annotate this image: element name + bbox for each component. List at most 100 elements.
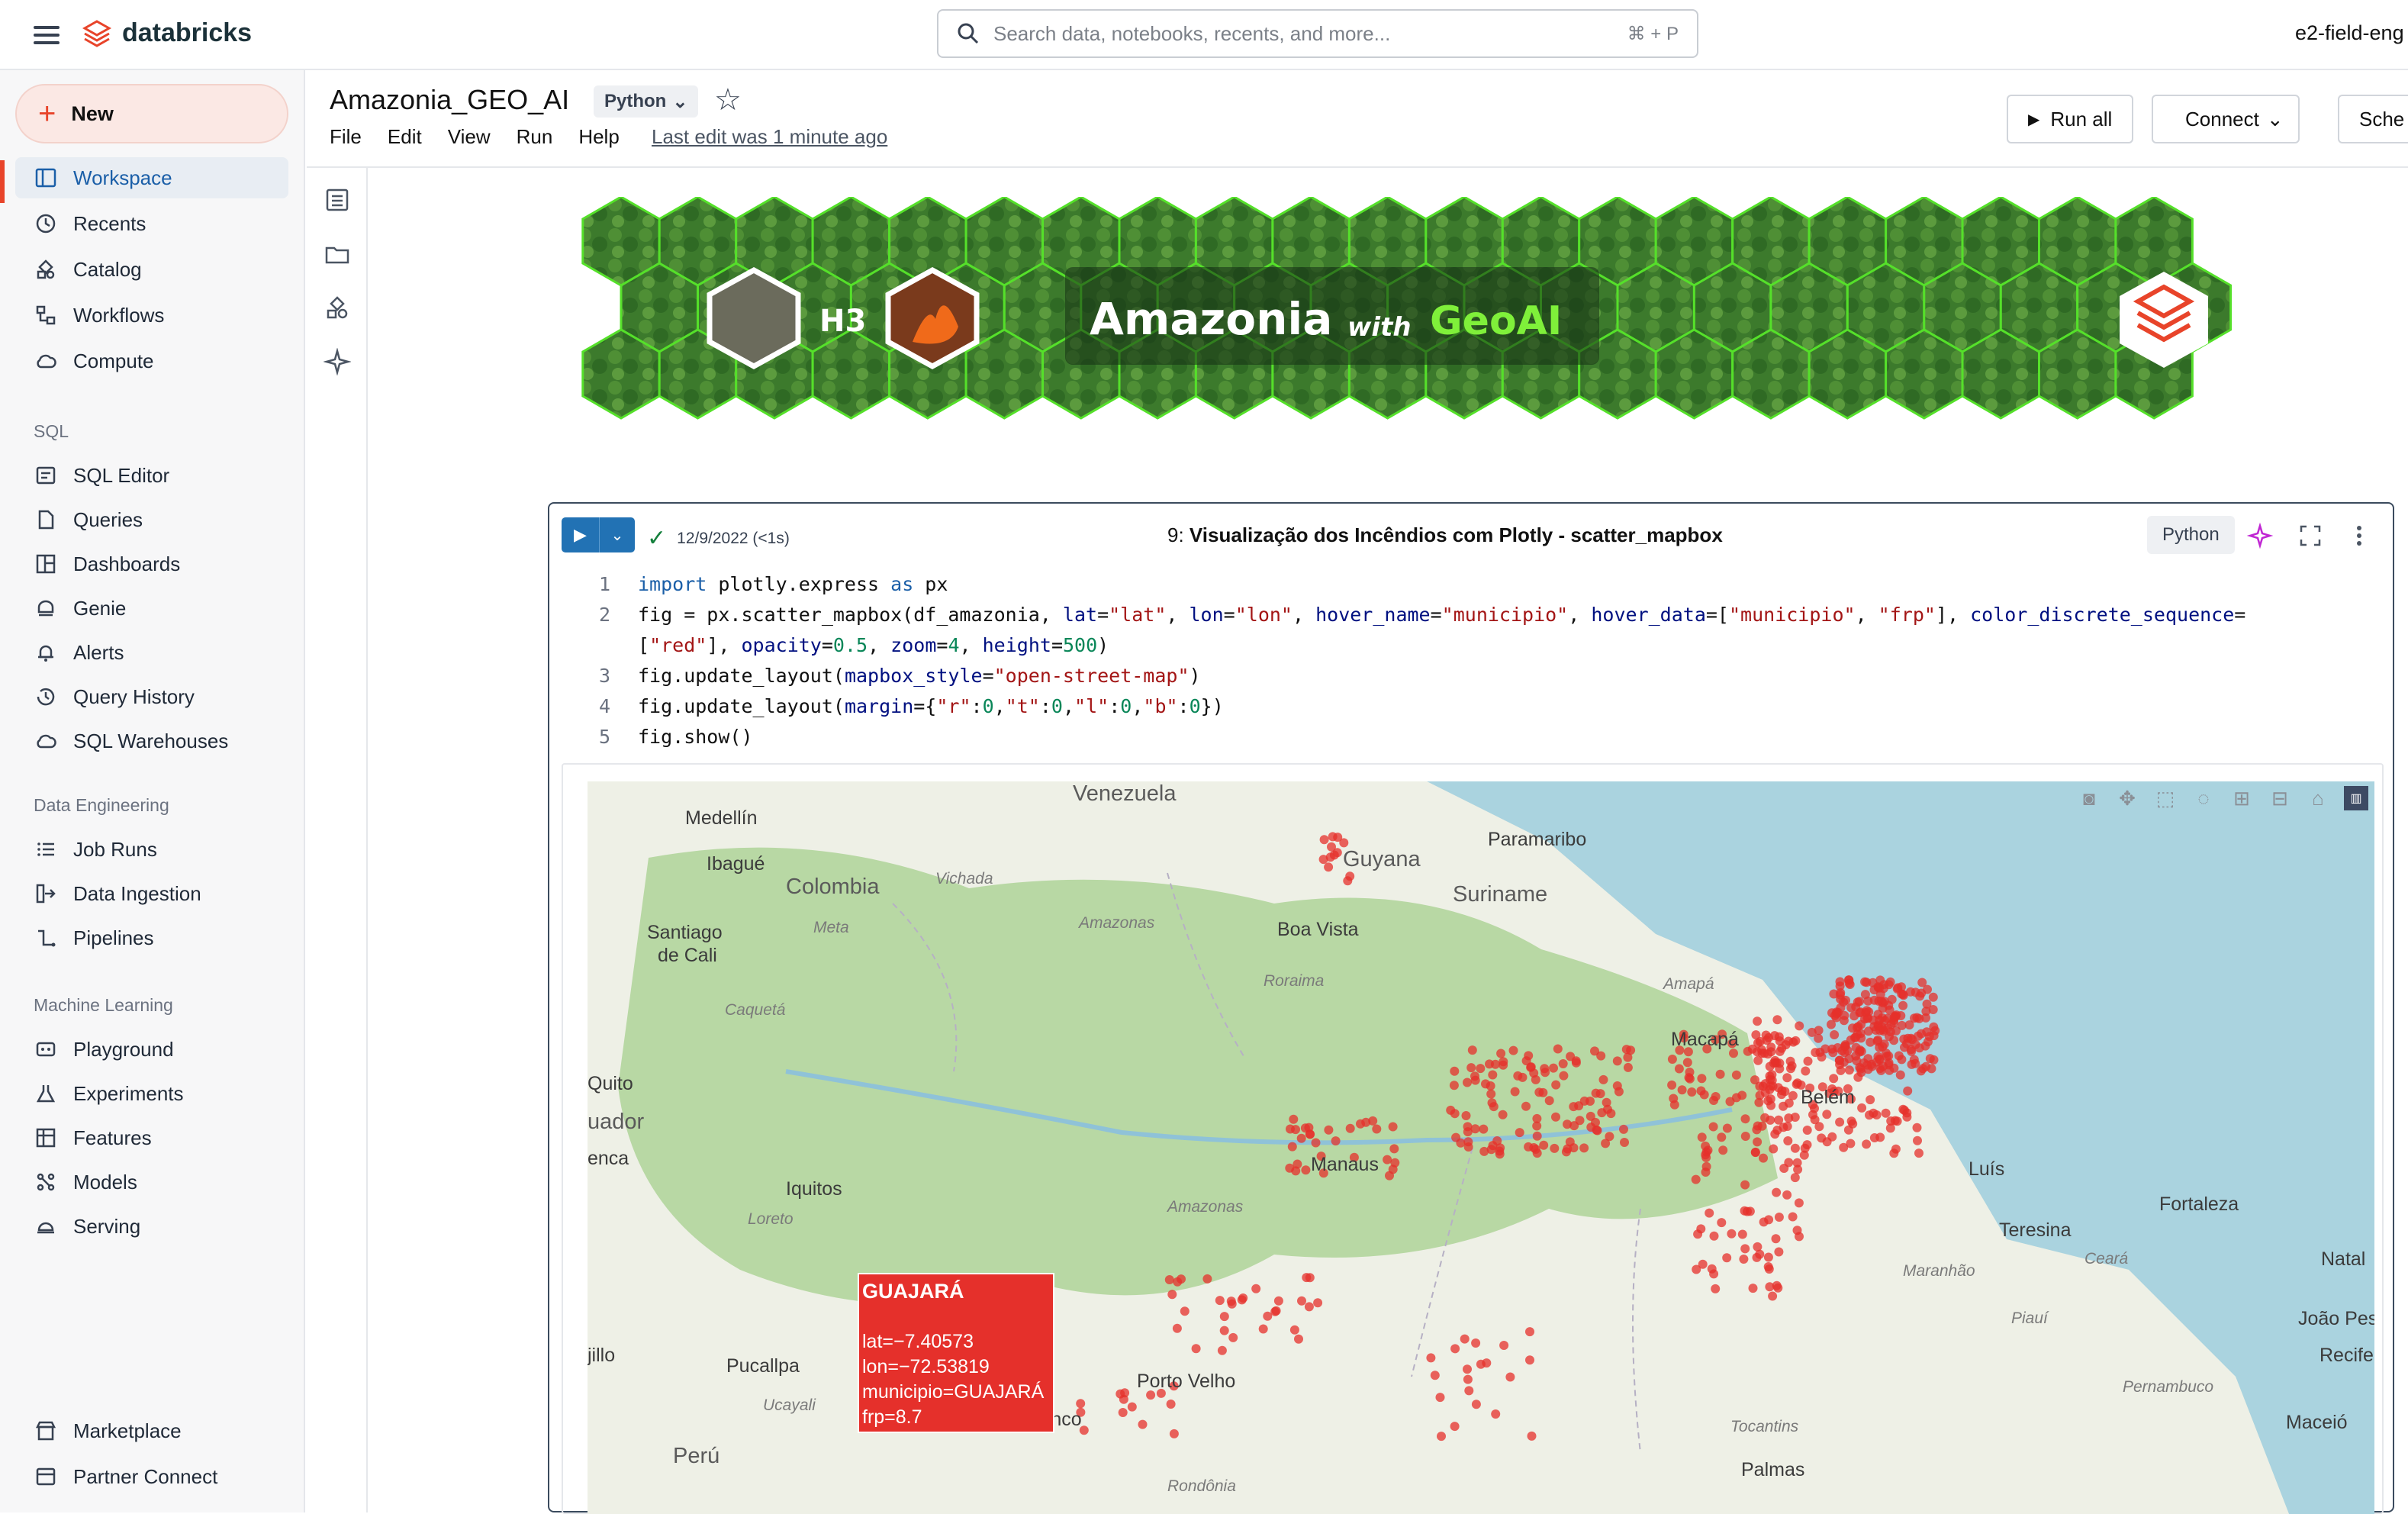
fire-point[interactable] — [1794, 1198, 1804, 1208]
fire-point[interactable] — [1763, 1049, 1772, 1059]
fire-point[interactable] — [1590, 1046, 1599, 1056]
fire-point[interactable] — [1471, 1338, 1481, 1348]
fire-point[interactable] — [1822, 1110, 1832, 1119]
sidebar-item-alerts[interactable]: Alerts — [15, 632, 288, 673]
fire-point[interactable] — [1780, 1087, 1790, 1097]
fire-point[interactable] — [1549, 1063, 1558, 1073]
fire-point[interactable] — [1909, 1055, 1919, 1065]
fire-point[interactable] — [1180, 1306, 1190, 1316]
fire-point[interactable] — [1289, 1114, 1299, 1124]
fire-point[interactable] — [1772, 1126, 1782, 1135]
fire-point[interactable] — [1305, 1273, 1315, 1283]
fire-point[interactable] — [1740, 1114, 1750, 1124]
fire-point[interactable] — [1430, 1371, 1440, 1380]
fire-point[interactable] — [1929, 1055, 1939, 1065]
fire-point[interactable] — [1814, 1122, 1824, 1132]
fire-point[interactable] — [1807, 1027, 1817, 1037]
fire-point[interactable] — [1711, 1284, 1721, 1293]
fire-point[interactable] — [1463, 1142, 1473, 1152]
fire-point[interactable] — [1287, 1142, 1297, 1152]
fire-point[interactable] — [1612, 1081, 1622, 1090]
fire-point[interactable] — [1138, 1419, 1148, 1429]
fire-point[interactable] — [1878, 984, 1888, 994]
fire-point[interactable] — [1217, 1345, 1227, 1355]
fire-point[interactable] — [1737, 1229, 1747, 1239]
search-input[interactable]: Search data, notebooks, recents, and mor… — [937, 9, 1698, 58]
fire-point[interactable] — [1770, 1055, 1780, 1065]
fire-point[interactable] — [1722, 1123, 1732, 1133]
fire-point[interactable] — [1774, 1247, 1784, 1257]
fire-point[interactable] — [1499, 1060, 1508, 1070]
cell-language-button[interactable]: Python — [2147, 516, 2235, 554]
fire-point[interactable] — [1866, 1095, 1875, 1105]
sidebar-item-partner-connect[interactable]: Partner Connect — [15, 1456, 288, 1497]
menu-edit[interactable]: Edit — [388, 125, 422, 149]
fire-point[interactable] — [1917, 1029, 1927, 1039]
fire-point[interactable] — [1872, 1110, 1882, 1119]
fire-point[interactable] — [1715, 1069, 1725, 1079]
fire-point[interactable] — [1862, 1139, 1872, 1149]
fire-point[interactable] — [1895, 1070, 1905, 1080]
table-of-contents-icon[interactable] — [324, 186, 351, 214]
menu-file[interactable]: File — [330, 125, 362, 149]
fire-point[interactable] — [1521, 1101, 1531, 1111]
fire-point[interactable] — [1697, 1132, 1707, 1142]
fire-point[interactable] — [1167, 1290, 1177, 1300]
fire-point[interactable] — [1878, 1003, 1888, 1013]
fire-point[interactable] — [1752, 1125, 1762, 1135]
fire-point[interactable] — [1772, 1187, 1782, 1197]
sidebar-item-catalog[interactable]: Catalog — [15, 249, 288, 290]
fire-point[interactable] — [1769, 1031, 1779, 1041]
fire-point[interactable] — [1775, 1046, 1785, 1056]
fire-point[interactable] — [1669, 1094, 1679, 1103]
fire-point[interactable] — [1463, 1364, 1472, 1374]
fire-point[interactable] — [1827, 1020, 1836, 1029]
fire-point[interactable] — [1769, 1144, 1779, 1154]
fire-point[interactable] — [1811, 1048, 1820, 1058]
fire-point[interactable] — [1498, 1110, 1508, 1119]
menu-view[interactable]: View — [448, 125, 491, 149]
fire-point[interactable] — [1296, 1133, 1306, 1143]
fire-point[interactable] — [1345, 871, 1355, 881]
fire-point[interactable] — [1258, 1324, 1268, 1334]
folder-icon[interactable] — [324, 241, 351, 269]
fire-point[interactable] — [1739, 1255, 1749, 1264]
fire-point[interactable] — [1529, 1068, 1539, 1078]
fire-point[interactable] — [1488, 1141, 1498, 1151]
fire-point[interactable] — [1463, 1078, 1472, 1087]
fire-point[interactable] — [1701, 1152, 1711, 1162]
fire-point[interactable] — [1289, 1325, 1299, 1335]
fire-point[interactable] — [1750, 1147, 1760, 1157]
fire-point[interactable] — [1271, 1306, 1281, 1316]
fire-point[interactable] — [1466, 1063, 1476, 1073]
fire-point[interactable] — [1737, 1090, 1747, 1100]
fire-point[interactable] — [1226, 1297, 1236, 1306]
fire-point[interactable] — [1846, 1116, 1856, 1126]
fire-point[interactable] — [1486, 1089, 1496, 1099]
more-vertical-icon[interactable] — [2345, 522, 2373, 549]
sidebar-item-workflows[interactable]: Workflows — [15, 295, 288, 336]
fire-point[interactable] — [1534, 1087, 1544, 1097]
fire-point[interactable] — [1759, 1153, 1768, 1163]
last-edit-link[interactable]: Last edit was 1 minute ago — [652, 125, 887, 149]
sidebar-item-marketplace[interactable]: Marketplace — [15, 1410, 288, 1451]
language-selector[interactable]: Python ⌄ — [594, 85, 699, 118]
fire-point[interactable] — [1118, 1408, 1128, 1417]
menu-help[interactable]: Help — [578, 125, 619, 149]
fire-point[interactable] — [1784, 1158, 1794, 1168]
fire-point[interactable] — [1437, 1432, 1446, 1442]
fire-point[interactable] — [1619, 1124, 1628, 1134]
fire-point[interactable] — [1515, 1128, 1524, 1138]
menu-run[interactable]: Run — [517, 125, 553, 149]
fire-point[interactable] — [1894, 1051, 1904, 1061]
fire-point[interactable] — [1228, 1332, 1238, 1342]
fire-point[interactable] — [1687, 1087, 1697, 1097]
fire-point[interactable] — [1903, 1033, 1913, 1043]
fire-point[interactable] — [1598, 1074, 1608, 1084]
fire-point[interactable] — [1172, 1323, 1182, 1333]
fire-point[interactable] — [1753, 1137, 1763, 1147]
fire-point[interactable] — [1450, 1344, 1460, 1354]
fire-point[interactable] — [1760, 1087, 1770, 1097]
fire-point[interactable] — [1324, 1125, 1334, 1135]
sidebar-item-queries[interactable]: Queries — [15, 499, 288, 540]
